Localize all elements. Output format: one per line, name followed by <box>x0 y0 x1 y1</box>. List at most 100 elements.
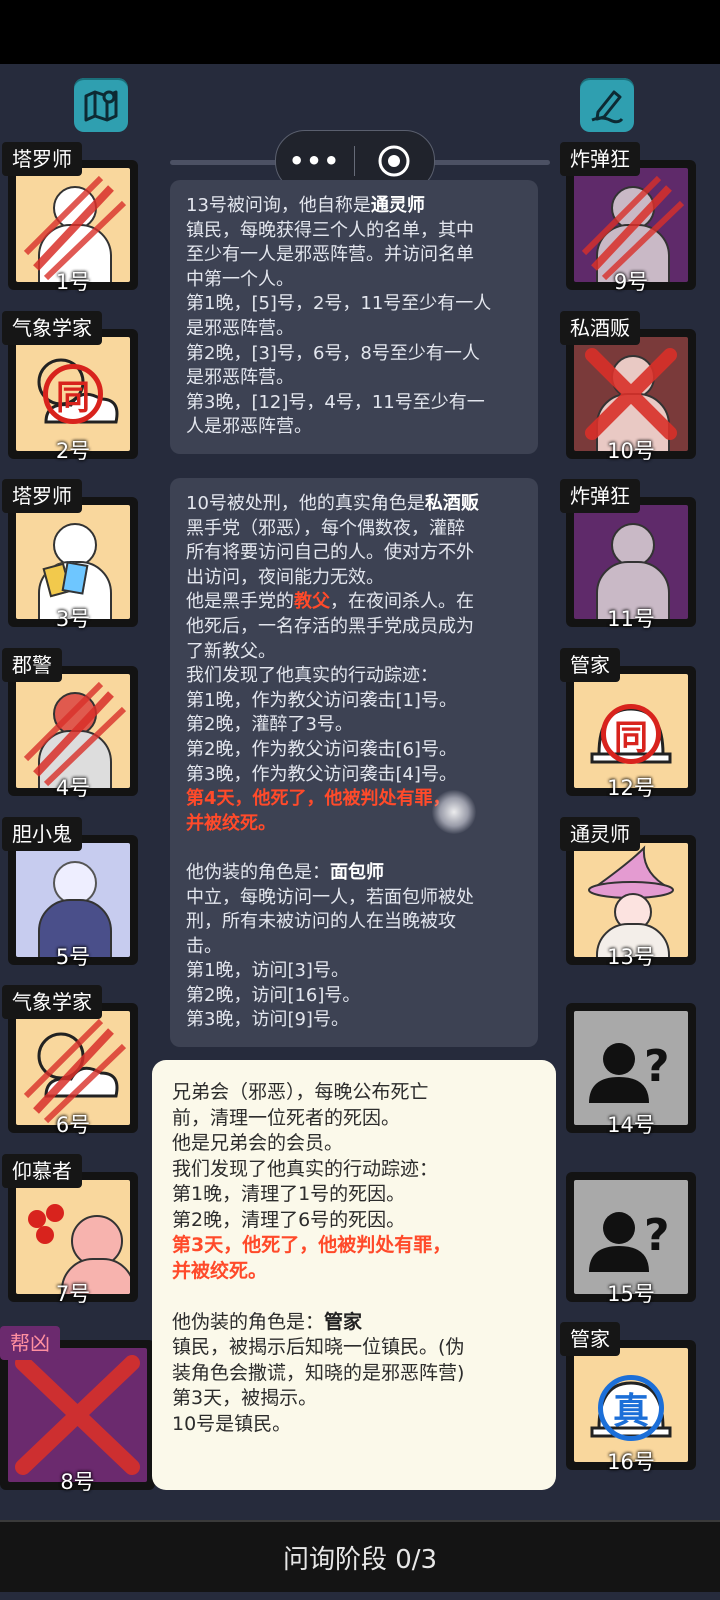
player-card-5[interactable]: 胆小鬼 5号 <box>2 817 138 969</box>
player-number: 5号 <box>55 945 91 969</box>
claw-mark-icon <box>23 175 127 281</box>
player-number: 6号 <box>55 1113 91 1137</box>
role-label: 塔罗师 <box>2 142 82 176</box>
msg-line: 第1晚，作为教父访问袭击[1]号。 <box>186 689 457 711</box>
msg-line: 第3晚，访问[9]号。 <box>186 1009 349 1031</box>
msg-line: 黑手党（邪恶），每个偶数夜，灌醉 <box>186 517 465 539</box>
player-card-9[interactable]: 炸弹狂 9号 <box>560 142 696 294</box>
portrait <box>574 168 688 282</box>
svg-text:?: ? <box>644 1210 670 1261</box>
portrait <box>16 505 130 619</box>
player-card-14[interactable]: ? 14号 <box>566 1003 696 1137</box>
role-label: 胆小鬼 <box>2 817 82 851</box>
popup-line: 并被绞死。 <box>172 1259 268 1282</box>
player-card-7[interactable]: 仰慕者 7号 <box>2 1154 138 1306</box>
player-number: 1号 <box>55 270 91 294</box>
msg-line: 了新教父。 <box>186 640 276 662</box>
popup-line: 我们发现了他真实的行动踪迹： <box>172 1157 439 1180</box>
player-card-16[interactable]: 真 管家 16号 <box>560 1322 696 1474</box>
same-stamp: 同 <box>43 364 103 424</box>
real-stamp: 真 <box>598 1375 664 1441</box>
svg-text:?: ? <box>644 1041 670 1092</box>
popup-line: 镇民，被揭示后知晓一位镇民。(伪 <box>172 1336 465 1358</box>
portrait: ? <box>574 1180 688 1294</box>
touch-indicator <box>432 790 476 834</box>
msg-line: 刑，所有未被访问的人在当晚被攻 <box>186 911 456 933</box>
claw-mark-icon <box>581 175 685 281</box>
inquiry-message: 13号被问询，他自称是通灵师 镇民，每晚获得三个人的名单，其中 至少有一人是邪恶… <box>170 180 538 454</box>
msg-line: 第1晚，[5]号，2号，11号至少有一人 <box>186 293 492 315</box>
popup-line: 第1晚，清理了1号的死因。 <box>172 1183 406 1205</box>
player-card-13[interactable]: 通灵师 13号 <box>560 817 696 969</box>
msg-line: 第1晚，访问[3]号。 <box>186 960 349 982</box>
role-label: 管家 <box>560 648 620 682</box>
execution-message: 10号被处刑，他的真实角色是私酒贩 黑手党（邪恶），每个偶数夜，灌醉 所有将要访… <box>170 478 538 1048</box>
role-label: 通灵师 <box>560 817 640 851</box>
popup-line: 他是兄弟会的会员。 <box>172 1132 344 1154</box>
role-detail-popup: 兄弟会（邪恶），每晚公布死亡 前，清理一位死者的死因。 他是兄弟会的会员。 我们… <box>152 1060 556 1490</box>
player-card-10[interactable]: 私酒贩 10号 <box>560 311 696 463</box>
player-card-12[interactable]: 同 管家 12号 <box>560 648 696 800</box>
unknown-user-icon: ? <box>589 1210 670 1272</box>
portrait <box>16 1011 130 1125</box>
more-button[interactable]: ••• <box>276 147 354 175</box>
msg-line: 他伪装的角色是：面包师 <box>186 861 384 883</box>
portrait: 真 <box>574 1348 688 1462</box>
role-label: 私酒贩 <box>560 311 640 345</box>
role-label: 仰慕者 <box>2 1154 82 1188</box>
msg-line: 中立，每晚访问一人，若面包师被处 <box>186 886 474 908</box>
player-number: 9号 <box>613 270 649 294</box>
portrait: ? <box>574 1011 688 1125</box>
map-icon[interactable] <box>74 78 128 132</box>
player-number: 7号 <box>55 1282 91 1306</box>
msg-line: 10号被处刑，他的真实角色是私酒贩 <box>186 493 479 514</box>
popup-line: 第2晚，清理了6号的死因。 <box>172 1208 406 1231</box>
player-card-1[interactable]: 塔罗师 1号 <box>2 142 138 294</box>
phase-bar: 问询阶段 0/3 <box>0 1520 720 1592</box>
role-label: 炸弹狂 <box>560 479 640 513</box>
player-number: 8号 <box>60 1470 95 1494</box>
portrait <box>16 1180 130 1294</box>
portrait <box>16 674 130 788</box>
sun-cloud-icon <box>23 1018 127 1124</box>
player-number: 12号 <box>607 776 655 800</box>
msg-line: 第3晚，[12]号，4号，11号至少有一 <box>186 391 485 413</box>
player-card-3[interactable]: 塔罗师 3号 <box>2 479 138 631</box>
msg-line: 中第一个人。 <box>186 268 294 290</box>
portrait <box>574 337 688 451</box>
role-label: 炸弹狂 <box>560 142 640 176</box>
player-card-15[interactable]: ? 15号 <box>566 1172 696 1306</box>
player-number: 3号 <box>55 607 91 631</box>
player-card-6[interactable]: 气象学家 6号 <box>2 985 138 1137</box>
msg-line: 第2晚，灌醉了3号。 <box>186 714 353 736</box>
player-number: 13号 <box>607 945 655 969</box>
player-number: 11号 <box>607 607 655 631</box>
close-button[interactable] <box>355 144 433 178</box>
msg-line: 他死后，一名存活的黑手党成员成为 <box>186 615 474 637</box>
role-label: 气象学家 <box>2 985 102 1019</box>
msg-line: 13号被问询，他自称是通灵师 <box>186 195 425 216</box>
role-label: 塔罗师 <box>2 479 82 513</box>
portrait <box>16 168 130 282</box>
cross-mark-icon <box>15 1355 140 1475</box>
msg-line: 击。 <box>186 935 222 957</box>
player-number: 10号 <box>607 439 655 463</box>
player-card-8[interactable]: 帮凶 8号 <box>0 1326 155 1494</box>
popup-line: 第3天，他死了，他被判处有罪， <box>172 1234 452 1256</box>
msg-line: 人是邪恶阵营。 <box>186 416 312 438</box>
portrait <box>574 843 688 957</box>
player-card-4[interactable]: 郡警 4号 <box>2 648 138 800</box>
player-card-11[interactable]: 炸弹狂 11号 <box>560 479 696 631</box>
role-label: 帮凶 <box>0 1326 60 1360</box>
msg-line: 是邪恶阵营。 <box>186 367 294 389</box>
player-number: 15号 <box>607 1282 655 1306</box>
edit-note-icon[interactable] <box>580 78 634 132</box>
msg-line: 他是黑手党的教父，在夜间杀人。在 <box>186 591 474 613</box>
role-label: 管家 <box>560 1322 620 1356</box>
portrait <box>8 1348 147 1482</box>
player-card-2[interactable]: 同 气象学家 2号 <box>2 311 138 463</box>
popup-spacer <box>172 1284 536 1310</box>
popup-line: 他伪装的角色是：管家 <box>172 1310 363 1333</box>
cross-mark-icon <box>585 348 677 440</box>
claw-mark-icon <box>23 681 127 787</box>
